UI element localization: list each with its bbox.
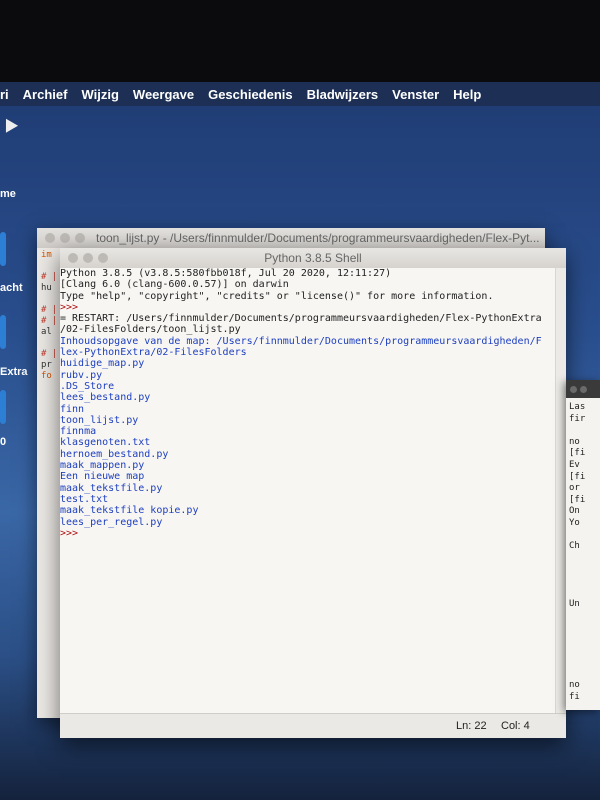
code-line: al bbox=[41, 327, 52, 337]
side-window-line: no bbox=[569, 436, 580, 447]
shell-line: maak_tekstfile.py bbox=[60, 482, 163, 494]
status-bar: Ln: 22 Col: 4 bbox=[60, 713, 566, 738]
side-window-line: [fi bbox=[569, 448, 586, 459]
code-line: # | bbox=[41, 349, 58, 359]
side-window-titlebar[interactable] bbox=[566, 380, 600, 398]
side-window-line: Ev bbox=[569, 460, 580, 470]
menu-item-archief[interactable]: Archief bbox=[23, 87, 68, 102]
shell-line: finn bbox=[60, 403, 85, 415]
desktop-label: Extra bbox=[0, 366, 28, 378]
menu-item-partial[interactable]: ri bbox=[0, 87, 9, 102]
shell-line: klasgenoten.txt bbox=[60, 437, 151, 449]
line-number: Ln: 22 bbox=[456, 720, 487, 732]
python-shell-window[interactable]: Python 3.8.5 Shell Python 3.8.5 (v3.8.5:… bbox=[60, 248, 566, 738]
shell-line: maak_mappen.py bbox=[60, 460, 145, 472]
menu-item-help[interactable]: Help bbox=[453, 87, 481, 102]
side-window-line: On bbox=[569, 506, 580, 517]
shell-line: finnma bbox=[60, 426, 97, 438]
desktop-label: 0 bbox=[0, 436, 7, 448]
menu-item-weergave[interactable]: Weergave bbox=[133, 87, 194, 102]
folder-icon[interactable] bbox=[0, 315, 6, 349]
code-line: im bbox=[41, 250, 52, 260]
side-window[interactable]: Las fir no [fi Ev [fi or [fi On Yo Ch Un no fi bbox=[566, 380, 600, 710]
desktop-label: acht bbox=[0, 282, 23, 294]
side-window-line: Yo bbox=[569, 518, 580, 528]
minimize-button[interactable] bbox=[60, 233, 70, 243]
shell-line: lex-PythonExtra/02-FilesFolders bbox=[60, 347, 247, 359]
editor-titlebar[interactable]: toon_lijst.py - /Users/finnmulder/Docume… bbox=[37, 228, 545, 248]
shell-line: toon_lijst.py bbox=[60, 414, 139, 426]
shell-line: lees_per_regel.py bbox=[60, 516, 163, 528]
shell-line: .DS_Store bbox=[60, 380, 115, 392]
editor-title: toon_lijst.py - /Users/finnmulder/Docume… bbox=[96, 231, 540, 245]
editor-code[interactable]: im # | hu # | # | al # | pr fo bbox=[41, 250, 57, 382]
menu-item-venster[interactable]: Venster bbox=[392, 87, 439, 102]
shell-line: Inhoudsopgave van de map: /Users/finnmul… bbox=[60, 335, 542, 347]
shell-output[interactable]: Python 3.8.5 (v3.8.5:580fbb018f, Jul 20 … bbox=[60, 268, 556, 714]
shell-titlebar[interactable]: Python 3.8.5 Shell bbox=[60, 248, 566, 268]
shell-line: Een nieuwe map bbox=[60, 471, 145, 483]
side-window-line: fir bbox=[569, 413, 586, 424]
folder-icon[interactable] bbox=[0, 232, 6, 266]
side-window-line: Ch bbox=[569, 541, 580, 552]
zoom-button[interactable] bbox=[75, 233, 85, 243]
code-line: hu bbox=[41, 283, 52, 293]
code-line: # | bbox=[41, 272, 58, 282]
shell-line: = RESTART: /Users/finnmulder/Documents/p… bbox=[60, 313, 542, 325]
vertical-scrollbar[interactable] bbox=[555, 268, 566, 714]
menu-item-wijzig[interactable]: Wijzig bbox=[81, 87, 118, 102]
menu-bar: ri Archief Wijzig Weergave Geschiedenis … bbox=[0, 82, 600, 106]
shell-line: hernoem_bestand.py bbox=[60, 448, 169, 460]
shell-line: maak_tekstfile kopie.py bbox=[60, 505, 199, 517]
code-line: fo bbox=[41, 371, 52, 381]
side-window-line: [fi bbox=[569, 471, 586, 482]
shell-title: Python 3.8.5 Shell bbox=[264, 251, 362, 265]
menu-item-bladwijzers[interactable]: Bladwijzers bbox=[307, 87, 379, 102]
shell-line: lees_bestand.py bbox=[60, 392, 151, 404]
side-window-line: Las bbox=[569, 402, 586, 412]
close-button[interactable] bbox=[45, 233, 55, 243]
side-window-line: fi bbox=[569, 692, 580, 702]
shell-line: rubv.py bbox=[60, 369, 103, 381]
close-button[interactable] bbox=[570, 385, 577, 393]
minimize-button[interactable] bbox=[580, 385, 587, 393]
screen-bezel bbox=[0, 0, 600, 82]
code-line: # | bbox=[41, 305, 58, 315]
desktop-label: me bbox=[0, 188, 16, 200]
folder-icon[interactable] bbox=[0, 390, 6, 424]
shell-prompt: >>> bbox=[60, 527, 79, 539]
side-window-line: or bbox=[569, 483, 580, 494]
menu-item-geschiedenis[interactable]: Geschiedenis bbox=[208, 87, 293, 102]
side-window-line: no bbox=[569, 680, 580, 691]
side-window-line: [fi bbox=[569, 494, 586, 505]
shell-line: test.txt bbox=[60, 493, 109, 505]
code-line: # | bbox=[41, 316, 58, 326]
shell-line: Python 3.8.5 (v3.8.5:580fbb018f, Jul 20 … bbox=[60, 268, 392, 279]
shell-line: /02-FilesFolders/toon_lijst.py bbox=[60, 324, 241, 336]
shell-line: huidige_map.py bbox=[60, 358, 145, 370]
shell-prompt: >>> bbox=[60, 301, 79, 313]
column-number: Col: 4 bbox=[501, 720, 530, 732]
shell-line: [Clang 6.0 (clang-600.0.57)] on darwin bbox=[60, 279, 289, 291]
code-line: pr bbox=[41, 360, 52, 370]
side-window-line: Un bbox=[569, 599, 580, 610]
shell-line: Type "help", "copyright", "credits" or "… bbox=[60, 290, 494, 302]
